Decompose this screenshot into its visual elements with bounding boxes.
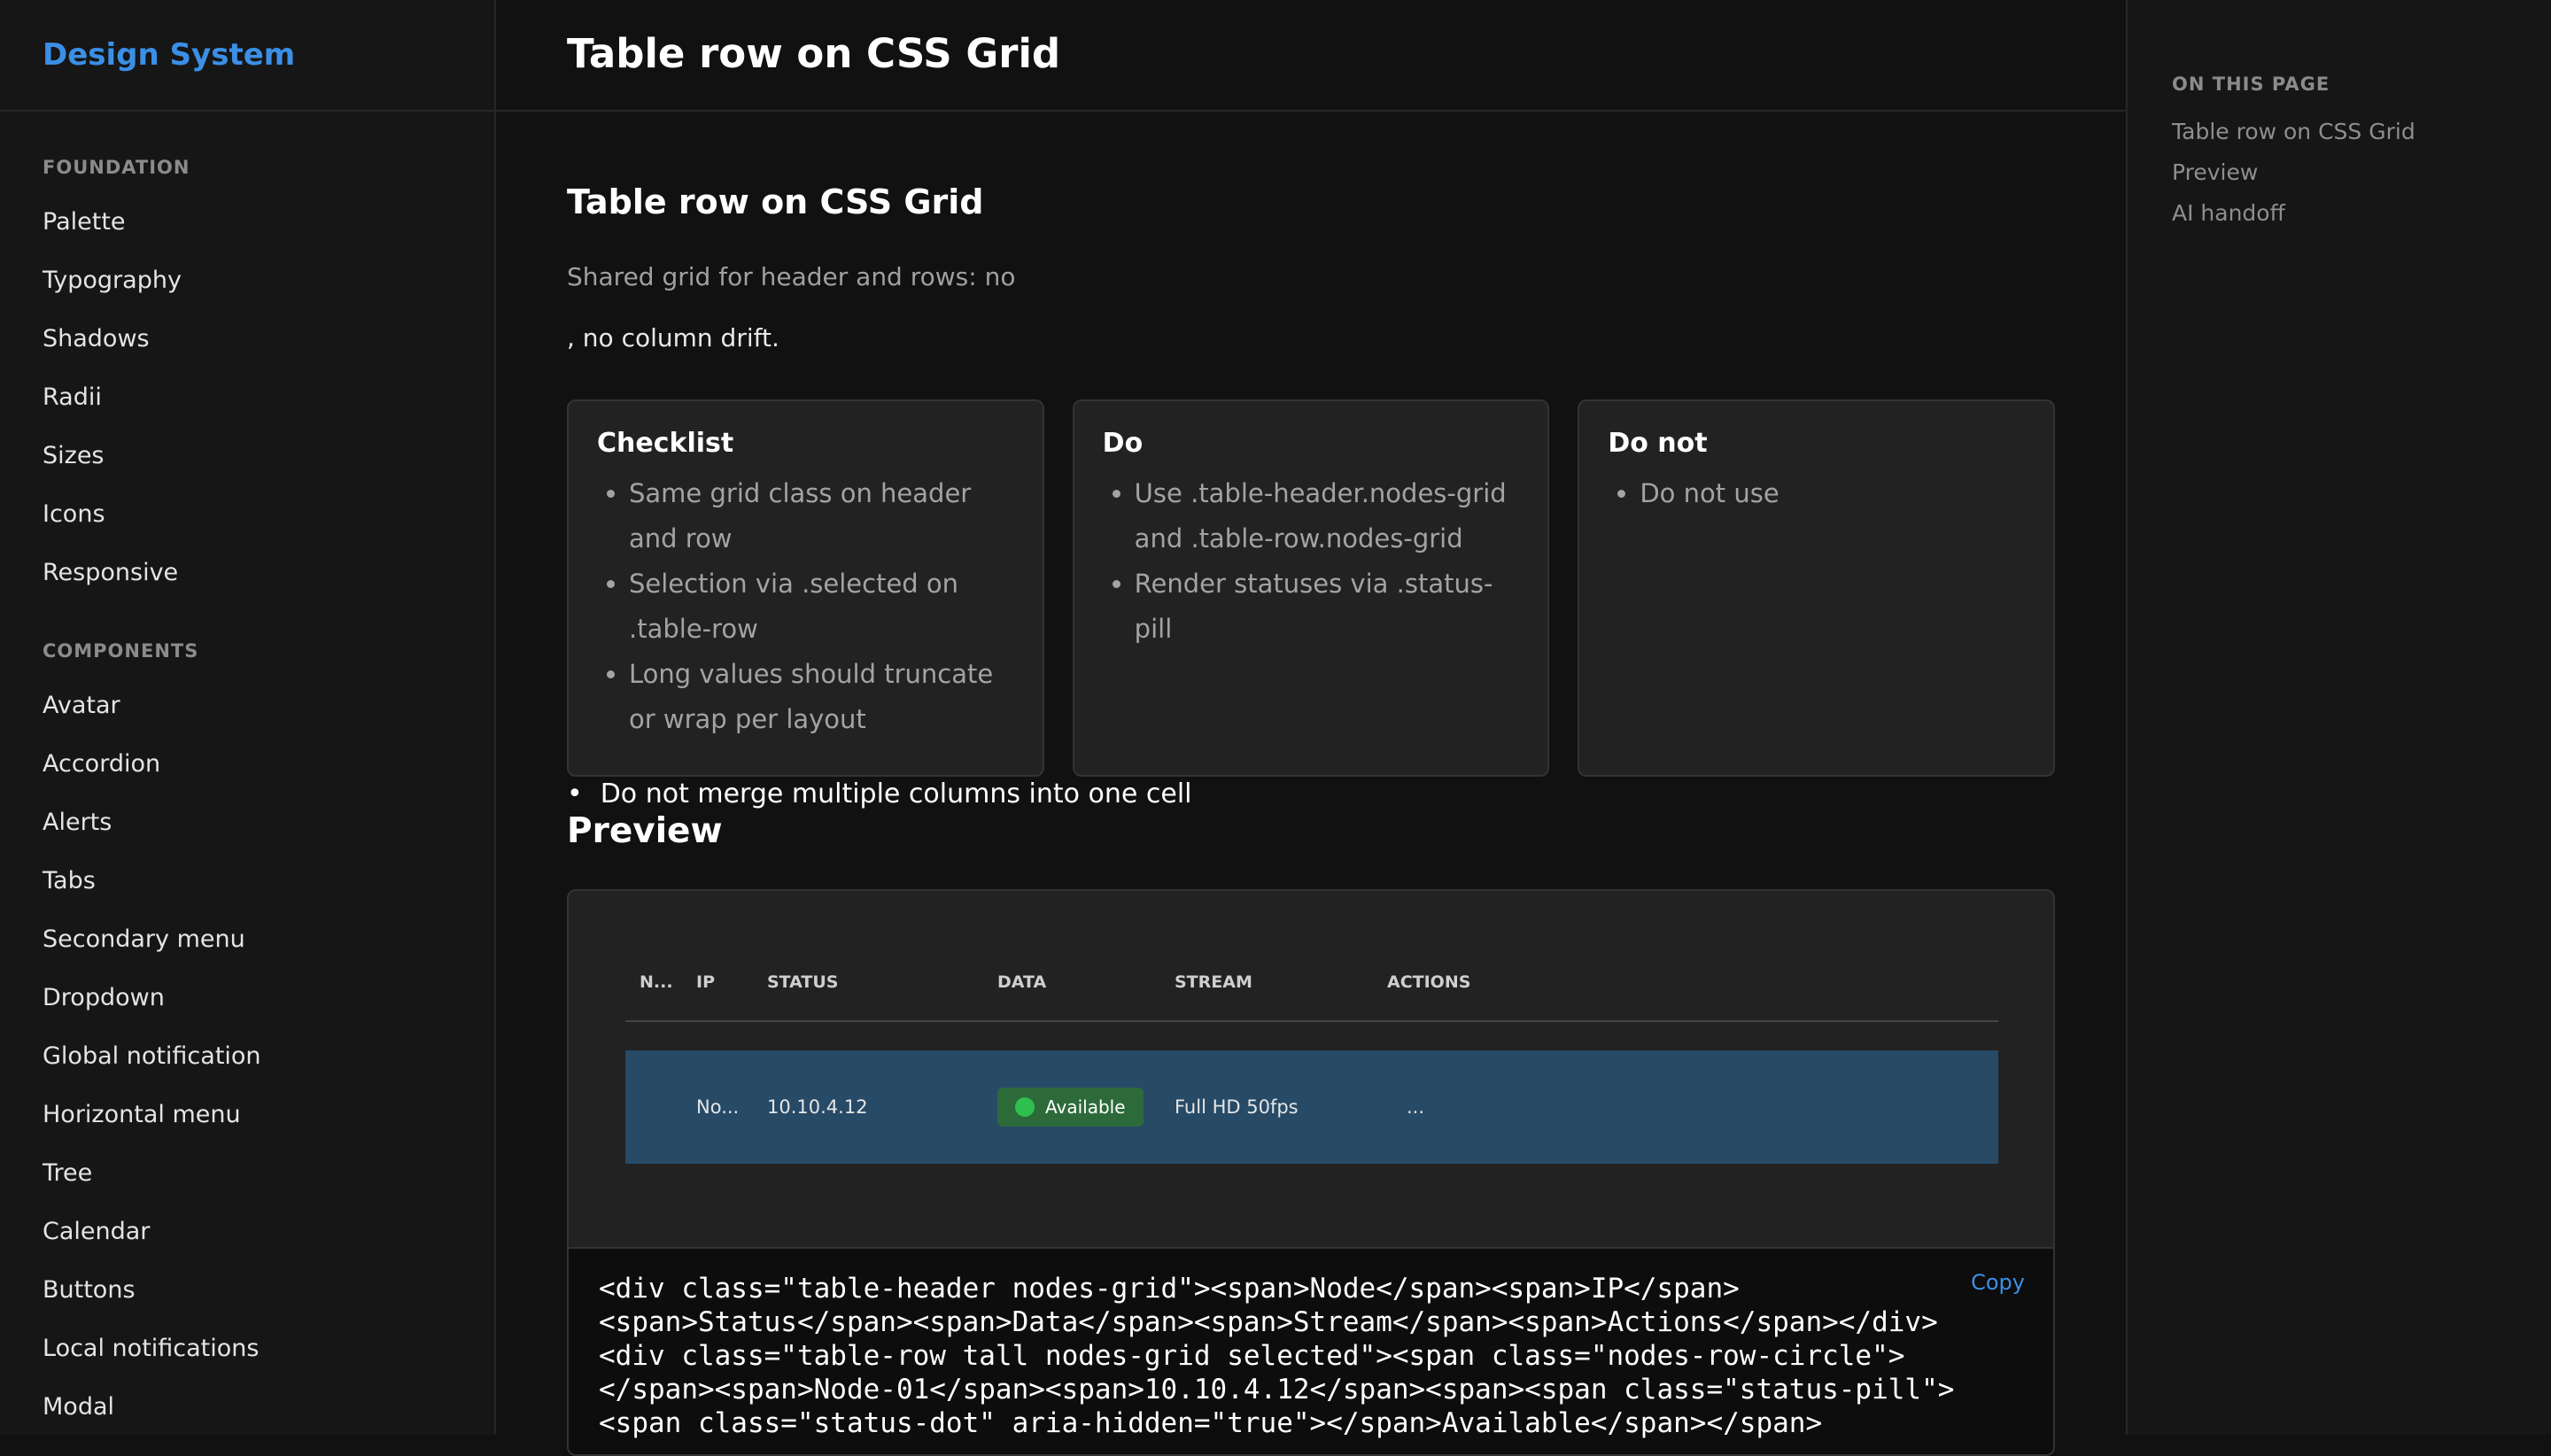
card-list: Do not use — [1608, 471, 2025, 516]
list-item: Long values should truncate or wrap per … — [629, 652, 1014, 742]
toc-item-table-row[interactable]: Table row on CSS Grid — [2172, 112, 2551, 152]
list-item: Selection via .selected on .table-row — [629, 561, 1014, 652]
lead-text-continued: , no column drift. — [567, 323, 779, 352]
cell-stream: Full HD 50fps — [1175, 1096, 1299, 1118]
do-card: Do Use .table-header.nodes-grid and .tab… — [1072, 399, 1550, 777]
code-snippet: <div class="table-header nodes-grid"><sp… — [599, 1273, 1955, 1439]
code-block: Copy <div class="table-header nodes-grid… — [569, 1247, 2053, 1454]
cell-node: No... — [696, 1096, 740, 1118]
table-row-selected[interactable]: No... 10.10.4.12 Available Full HD 50fps… — [625, 1050, 1998, 1164]
sidebar-item-global-notification[interactable]: Global notification — [0, 1027, 494, 1086]
list-item: Render statuses via .status-pill — [1135, 561, 1520, 652]
card-list: Same grid class on header and row Select… — [597, 471, 1014, 742]
sidebar-item-dropdown[interactable]: Dropdown — [0, 969, 494, 1027]
sidebar-item-buttons[interactable]: Buttons — [0, 1261, 494, 1320]
sidebar-item-avatar[interactable]: Avatar — [0, 677, 494, 735]
toc-heading: ON THIS PAGE — [2172, 74, 2330, 95]
status-dot-icon — [1015, 1097, 1035, 1117]
guideline-cards: Checklist Same grid class on header and … — [567, 399, 2056, 777]
do-not-card: Do not Do not use — [1578, 399, 2056, 777]
lead-text: Shared grid for header and rows: no — [567, 262, 1016, 291]
sidebar-item-horizontal-menu[interactable]: Horizontal menu — [0, 1086, 494, 1144]
sidebar-item-local-notifications[interactable]: Local notifications — [0, 1320, 494, 1378]
table-of-contents: ON THIS PAGE Table row on CSS Grid Previ… — [2126, 0, 2551, 1435]
sidebar-item-shadows[interactable]: Shadows — [0, 310, 494, 368]
column-header-ip: IP — [696, 972, 715, 992]
page-header: Table row on CSS Grid — [496, 0, 2126, 112]
row-actions-button[interactable]: ... — [1387, 1096, 1564, 1118]
nav-section-foundation: FOUNDATION Palette Typography Shadows Ra… — [0, 112, 494, 602]
row-circle-cell — [625, 1096, 696, 1119]
sidebar-item-palette[interactable]: Palette — [0, 193, 494, 252]
column-header-data: DATA — [997, 972, 1047, 992]
preview-panel: N... IP STATUS DATA STREAM ACTIONS No...… — [567, 889, 2055, 1456]
sidebar-item-tabs[interactable]: Tabs — [0, 852, 494, 910]
sidebar-item-secondary-menu[interactable]: Secondary menu — [0, 910, 494, 969]
toc-item-ai-handoff[interactable]: AI handoff — [2172, 193, 2551, 234]
column-header-actions: ACTIONS — [1387, 972, 1471, 992]
column-header-status: STATUS — [767, 972, 839, 992]
main-content: Table row on CSS Grid Table row on CSS G… — [496, 0, 2126, 1456]
sidebar-item-sizes[interactable]: Sizes — [0, 427, 494, 485]
list-item: Do not merge multiple columns into one c… — [567, 776, 1364, 813]
card-title: Checklist — [597, 428, 734, 459]
status-label: Available — [1045, 1096, 1126, 1118]
preview-title: Preview — [567, 811, 723, 851]
row-circle — [640, 1096, 657, 1114]
nav-heading: COMPONENTS — [43, 640, 199, 662]
card-title: Do not — [1608, 428, 1708, 459]
sidebar-item-icons[interactable]: Icons — [0, 485, 494, 544]
sidebar-nav: FOUNDATION Palette Typography Shadows Ra… — [0, 112, 494, 1437]
section-title: Table row on CSS Grid — [567, 182, 984, 221]
list-item: Use .table-header.nodes-grid and .table-… — [1135, 471, 1520, 561]
page-title: Table row on CSS Grid — [567, 30, 1061, 77]
column-header-node: N... — [640, 972, 673, 992]
card-list: Use .table-header.nodes-grid and .table-… — [1103, 471, 1520, 652]
table-header: N... IP STATUS DATA STREAM ACTIONS — [625, 944, 1998, 1022]
nav-section-components: COMPONENTS Avatar Accordion Alerts Tabs … — [0, 602, 494, 1437]
overflow-list: Do not merge multiple columns into one c… — [567, 776, 1364, 813]
article: Table row on CSS Grid Shared grid for he… — [496, 112, 2126, 352]
cell-ip: 10.10.4.12 — [767, 1096, 868, 1118]
preview-table: N... IP STATUS DATA STREAM ACTIONS No...… — [625, 944, 1998, 1164]
toc-list: Table row on CSS Grid Preview AI handoff — [2172, 112, 2551, 234]
brand: Design System — [0, 0, 494, 112]
card-title: Do — [1102, 428, 1144, 459]
sidebar-item-typography[interactable]: Typography — [0, 252, 494, 310]
checklist-card: Checklist Same grid class on header and … — [567, 399, 1044, 777]
brand-logo-text[interactable]: Design System — [43, 37, 295, 73]
column-header-stream: STREAM — [1175, 972, 1252, 992]
sidebar-item-modal[interactable]: Modal — [0, 1378, 494, 1437]
sidebar-item-tree[interactable]: Tree — [0, 1144, 494, 1203]
sidebar-item-accordion[interactable]: Accordion — [0, 735, 494, 794]
list-item: Do not use — [1640, 471, 2025, 516]
list-item: Same grid class on header and row — [629, 471, 1014, 561]
toc-item-preview[interactable]: Preview — [2172, 152, 2551, 193]
status-pill: Available — [997, 1088, 1144, 1127]
sidebar: Design System FOUNDATION Palette Typogra… — [0, 0, 496, 1435]
copy-button[interactable]: Copy — [1971, 1270, 2025, 1295]
sidebar-item-radii[interactable]: Radii — [0, 368, 494, 427]
sidebar-item-calendar[interactable]: Calendar — [0, 1203, 494, 1261]
sidebar-item-alerts[interactable]: Alerts — [0, 794, 494, 852]
nav-heading: FOUNDATION — [43, 157, 190, 178]
cell-status: Available — [997, 1088, 1175, 1127]
sidebar-item-responsive[interactable]: Responsive — [0, 544, 494, 602]
